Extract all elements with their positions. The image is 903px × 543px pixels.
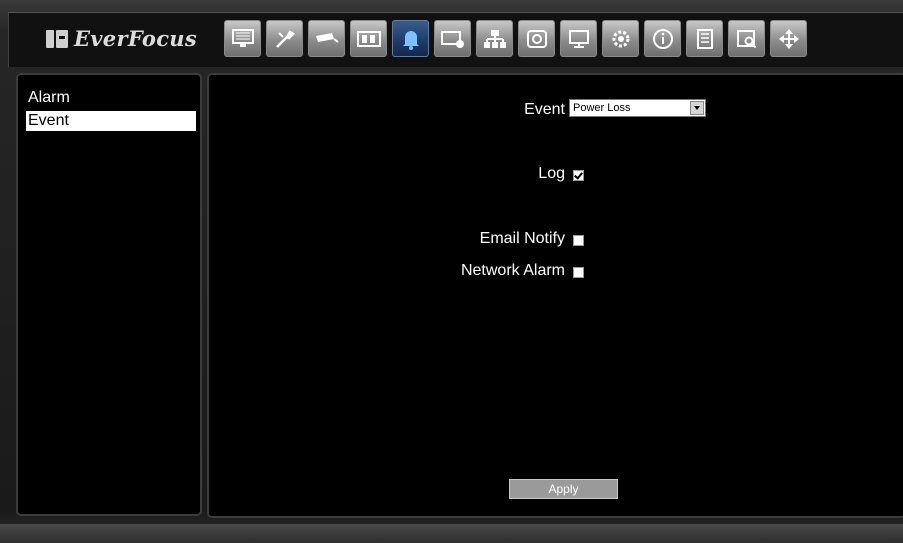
monitor-icon[interactable] (224, 20, 261, 57)
recorder-timer-icon[interactable] (434, 20, 471, 57)
film-icon[interactable] (350, 20, 387, 57)
event-select[interactable]: Power Loss (569, 99, 706, 117)
chevron-down-icon[interactable] (690, 101, 704, 115)
event-label: Event (524, 101, 565, 118)
email-notify-checkbox[interactable] (573, 235, 584, 246)
display-icon[interactable] (560, 20, 597, 57)
brand-name: EverFocus (74, 26, 197, 51)
sidebar-item-event[interactable]: Event (26, 111, 196, 131)
event-select-value: Power Loss (573, 102, 631, 114)
ptz-move-icon[interactable] (770, 20, 807, 57)
everfocus-logo-icon (46, 28, 68, 50)
tools-icon[interactable] (266, 20, 303, 57)
log-checkbox[interactable] (573, 170, 584, 181)
sidebar-item-alarm[interactable]: Alarm (26, 88, 196, 108)
gear-icon[interactable] (602, 20, 639, 57)
network-alarm-checkbox[interactable] (573, 267, 584, 278)
playback-icon[interactable] (686, 20, 723, 57)
log-label: Log (538, 165, 565, 182)
apply-button[interactable]: Apply (509, 479, 618, 499)
email-notify-label: Email Notify (479, 230, 565, 247)
event-settings-panel: Event Power Loss Log Email Notify Networ… (207, 73, 903, 518)
footer-bar (0, 524, 903, 543)
info-icon[interactable] (644, 20, 681, 57)
main-toolbar (224, 20, 812, 57)
disk-icon[interactable] (518, 20, 555, 57)
search-icon[interactable] (728, 20, 765, 57)
brand-logo: EverFocus (46, 26, 197, 51)
alarm-bell-icon[interactable] (392, 20, 429, 57)
network-icon[interactable] (476, 20, 513, 57)
camera-icon[interactable] (308, 20, 345, 57)
sidebar-panel: Alarm Event (16, 73, 202, 516)
network-alarm-label: Network Alarm (460, 262, 565, 279)
